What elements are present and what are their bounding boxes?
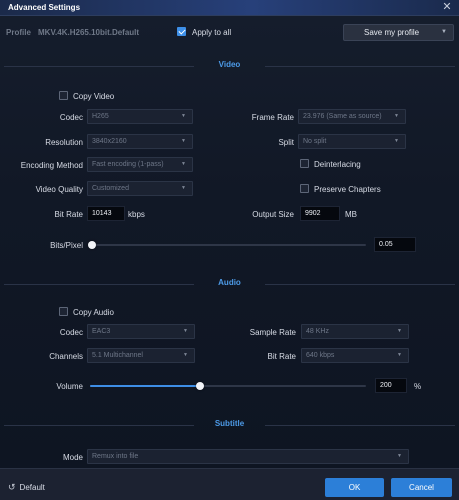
video-quality-value: Customized [92, 185, 129, 192]
copy-video-label: Copy Video [73, 92, 115, 101]
close-icon[interactable]: ✕ [440, 1, 454, 14]
bits-pixel-slider-track[interactable] [92, 244, 366, 246]
frame-rate-select[interactable]: 23.976 (Same as source) ▼ [298, 109, 406, 124]
subtitle-section-header: Subtitle [0, 419, 459, 431]
subtitle-mode-value: Remux into file [92, 453, 139, 460]
window-title: Advanced Settings [8, 3, 81, 12]
bits-pixel-label: Bits/Pixel [50, 241, 83, 250]
video-codec-value: H265 [92, 113, 109, 120]
resolution-value: 3840x2160 [92, 138, 127, 145]
profile-label: Profile [6, 28, 31, 37]
bits-pixel-slider-handle[interactable] [88, 241, 96, 249]
channels-label: Channels [49, 352, 83, 361]
split-value: No split [303, 138, 327, 145]
copy-audio-label: Copy Audio [73, 308, 114, 317]
audio-section-title: Audio [218, 278, 241, 287]
audio-section-header: Audio [0, 278, 459, 290]
preserve-chapters-label: Preserve Chapters [314, 185, 381, 194]
chevron-down-icon: ▼ [183, 352, 188, 358]
split-select[interactable]: No split ▼ [298, 134, 406, 149]
chevron-down-icon: ▼ [181, 113, 186, 119]
copy-audio-checkbox[interactable] [59, 307, 68, 316]
save-profile-label: Save my profile [364, 28, 420, 37]
volume-slider-handle[interactable] [196, 382, 204, 390]
volume-unit: % [414, 382, 422, 391]
copy-video-checkbox[interactable] [59, 91, 68, 100]
dialog-footer: ↺ Default OK Cancel [0, 468, 459, 500]
subtitle-mode-label: Mode [62, 453, 83, 462]
video-codec-select[interactable]: H265 ▼ [87, 109, 193, 124]
channels-value: 5.1 Multichannel [92, 352, 143, 359]
sample-rate-value: 48 KHz [306, 328, 329, 335]
video-bit-rate-input[interactable]: 10143 [87, 206, 125, 221]
video-bit-rate-label: Bit Rate [54, 210, 83, 219]
output-size-unit: MB [345, 210, 357, 219]
video-section-title: Video [218, 60, 241, 69]
video-bit-rate-unit: kbps [128, 210, 145, 219]
frame-rate-label: Frame Rate [251, 113, 294, 122]
apply-to-all-checkbox[interactable] [177, 27, 186, 36]
split-label: Split [278, 138, 294, 147]
chevron-down-icon: ▼ [397, 352, 402, 358]
chevron-down-icon: ▼ [181, 161, 186, 167]
apply-to-all-label: Apply to all [192, 28, 232, 37]
video-quality-select[interactable]: Customized ▼ [87, 181, 193, 196]
output-size-label: Output Size [252, 210, 294, 219]
chevron-down-icon: ▼ [441, 29, 447, 35]
resolution-label: Resolution [45, 138, 83, 147]
audio-codec-select[interactable]: EAC3 ▼ [87, 324, 195, 339]
resolution-select[interactable]: 3840x2160 ▼ [87, 134, 193, 149]
audio-bit-rate-value: 640 kbps [306, 352, 335, 359]
video-section-header: Video [0, 60, 459, 72]
ok-button[interactable]: OK [325, 478, 384, 497]
chevron-down-icon: ▼ [394, 138, 399, 144]
title-bar: Advanced Settings ✕ [0, 0, 459, 16]
frame-rate-value: 23.976 (Same as source) [303, 113, 382, 120]
deinterlacing-checkbox[interactable] [300, 159, 309, 168]
encoding-method-label: Encoding Method [20, 161, 83, 170]
chevron-down-icon: ▼ [183, 328, 188, 334]
audio-bit-rate-label: Bit Rate [267, 352, 296, 361]
subtitle-mode-select[interactable]: Remux into file ▼ [87, 449, 409, 464]
chevron-down-icon: ▼ [394, 113, 399, 119]
encoding-method-select[interactable]: Fast encoding (1-pass) ▼ [87, 157, 193, 172]
encoding-method-value: Fast encoding (1-pass) [92, 161, 164, 168]
output-size-input[interactable]: 9902 [300, 206, 340, 221]
volume-input[interactable]: 200 [375, 378, 407, 393]
default-button[interactable]: ↺ Default [8, 482, 45, 493]
audio-bit-rate-select[interactable]: 640 kbps ▼ [301, 348, 409, 363]
sample-rate-label: Sample Rate [249, 328, 296, 337]
chevron-down-icon: ▼ [181, 185, 186, 191]
volume-slider-fill [90, 385, 200, 387]
profile-name: MKV.4K.H265.10bit.Default [38, 28, 140, 37]
default-button-label: Default [19, 483, 45, 492]
subtitle-section-title: Subtitle [214, 419, 245, 428]
sample-rate-select[interactable]: 48 KHz ▼ [301, 324, 409, 339]
deinterlacing-label: Deinterlacing [314, 160, 361, 169]
channels-select[interactable]: 5.1 Multichannel ▼ [87, 348, 195, 363]
volume-label: Volume [56, 382, 83, 391]
chevron-down-icon: ▼ [397, 328, 402, 334]
audio-codec-label: Codec [59, 328, 83, 337]
video-quality-label: Video Quality [35, 185, 83, 194]
preserve-chapters-checkbox[interactable] [300, 184, 309, 193]
chevron-down-icon: ▼ [181, 138, 186, 144]
reset-icon: ↺ [8, 482, 16, 492]
chevron-down-icon: ▼ [397, 453, 402, 459]
cancel-button[interactable]: Cancel [391, 478, 452, 497]
audio-codec-value: EAC3 [92, 328, 111, 335]
video-codec-label: Codec [59, 113, 83, 122]
bits-pixel-input[interactable]: 0.05 [374, 237, 416, 252]
save-profile-button[interactable]: Save my profile ▼ [343, 24, 454, 41]
